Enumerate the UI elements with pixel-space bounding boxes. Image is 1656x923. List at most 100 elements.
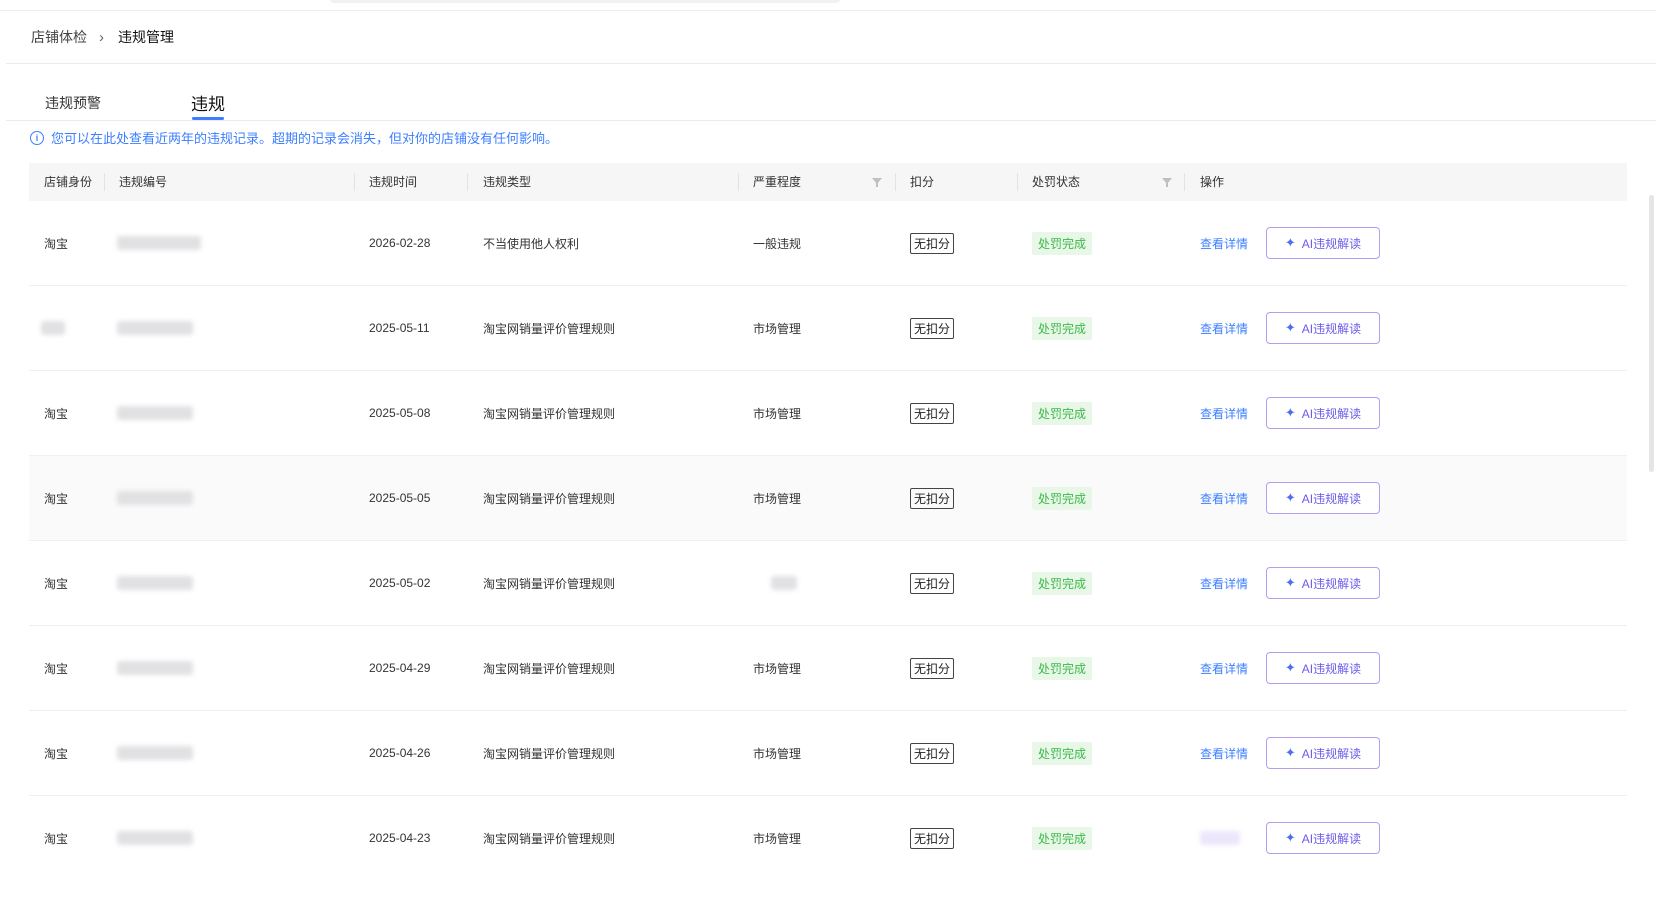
header-status: 处罚状态 — [1032, 175, 1081, 189]
cell-detail: 查看详情 — [1200, 626, 1248, 710]
redacted-id — [117, 661, 193, 675]
table-row: 2025-05-11 淘宝网销量评价管理规则 市场管理 无扣分 处罚完成 查看详… — [29, 286, 1627, 371]
top-strip — [0, 0, 1656, 11]
header-divider — [1017, 173, 1018, 191]
status-badge: 处罚完成 — [1032, 401, 1093, 425]
header-score: 扣分 — [910, 175, 935, 189]
ai-button-label: AI违规解读 — [1301, 576, 1362, 591]
cell-status: 处罚完成 — [1032, 201, 1093, 285]
sparkle-icon: ✦ — [1284, 830, 1296, 845]
cell-shop: 淘宝 — [44, 576, 69, 591]
redacted-shop — [41, 321, 65, 335]
cell-severity — [771, 541, 797, 625]
cell-ai: ✦ AI违规解读 — [1266, 371, 1380, 455]
ai-button-label: AI违规解读 — [1301, 236, 1362, 251]
filter-icon[interactable] — [1162, 178, 1172, 187]
cell-detail: 查看详情 — [1200, 371, 1248, 455]
ai-interpret-button[interactable]: ✦ AI违规解读 — [1266, 737, 1380, 769]
cell-time: 2026-02-28 — [369, 236, 431, 250]
cell-score: 无扣分 — [910, 286, 955, 370]
ai-interpret-button[interactable]: ✦ AI违规解读 — [1266, 397, 1380, 429]
cell-type: 淘宝网销量评价管理规则 — [483, 321, 616, 336]
sparkle-icon: ✦ — [1284, 235, 1296, 250]
header-divider — [104, 173, 105, 191]
cell-detail: 查看详情 — [1200, 541, 1248, 625]
cell-shop: 淘宝 — [44, 661, 69, 676]
cell-time: 2025-05-05 — [369, 491, 431, 505]
table-row: 淘宝 2025-04-23 淘宝网销量评价管理规则 市场管理 无扣分 处罚完成 … — [29, 796, 1627, 880]
view-detail-link[interactable]: 查看详情 — [1200, 745, 1248, 762]
cell-shop — [41, 286, 65, 370]
table-row: 淘宝 2025-05-08 淘宝网销量评价管理规则 市场管理 无扣分 处罚完成 … — [29, 371, 1627, 456]
view-detail-link[interactable]: 查看详情 — [1200, 320, 1248, 337]
header-time: 违规时间 — [369, 175, 418, 189]
ai-button-label: AI违规解读 — [1301, 491, 1362, 506]
cell-type: 淘宝网销量评价管理规则 — [483, 661, 616, 676]
info-icon: i — [30, 130, 44, 145]
top-search-bar[interactable] — [330, 0, 840, 3]
status-badge: 处罚完成 — [1032, 656, 1093, 680]
view-detail-link[interactable]: 查看详情 — [1200, 490, 1248, 507]
cell-detail: 查看详情 — [1200, 286, 1248, 370]
cell-score: 无扣分 — [910, 796, 955, 880]
ai-interpret-button[interactable]: ✦ AI违规解读 — [1266, 482, 1380, 514]
cell-type: 淘宝网销量评价管理规则 — [483, 406, 616, 421]
cell-ai: ✦ AI违规解读 — [1266, 626, 1380, 710]
cell-id — [117, 711, 193, 795]
breadcrumb-root[interactable]: 店铺体检 — [31, 27, 87, 47]
cell-id — [117, 371, 193, 455]
sparkle-icon: ✦ — [1284, 575, 1296, 590]
view-detail-link[interactable]: 查看详情 — [1200, 660, 1248, 677]
sparkle-icon: ✦ — [1284, 660, 1296, 675]
ai-interpret-button[interactable]: ✦ AI违规解读 — [1266, 227, 1380, 259]
ai-interpret-button[interactable]: ✦ AI违规解读 — [1266, 652, 1380, 684]
divider — [6, 63, 1656, 64]
header-divider — [1184, 173, 1185, 191]
view-detail-link[interactable]: 查看详情 — [1200, 575, 1248, 592]
filter-icon[interactable] — [872, 178, 882, 187]
header-action: 操作 — [1200, 175, 1225, 189]
cell-detail: 查看详情 — [1200, 456, 1248, 540]
tab-bar: 违规预警 违规 — [45, 88, 225, 115]
status-badge: 处罚完成 — [1032, 741, 1093, 765]
redacted-id — [117, 236, 201, 250]
cell-status: 处罚完成 — [1032, 286, 1093, 370]
score-badge: 无扣分 — [910, 232, 955, 254]
cell-detail: 查看详情 — [1200, 201, 1248, 285]
cell-detail: 查看详情 — [1200, 711, 1248, 795]
status-badge: 处罚完成 — [1032, 571, 1093, 595]
ai-interpret-button[interactable]: ✦ AI违规解读 — [1266, 822, 1380, 854]
status-badge: 处罚完成 — [1032, 316, 1093, 340]
status-badge: 处罚完成 — [1032, 486, 1093, 510]
table-row: 淘宝 2026-02-28 不当使用他人权利 一般违规 无扣分 处罚完成 查看详… — [29, 201, 1627, 286]
cell-shop: 淘宝 — [44, 236, 69, 251]
breadcrumb: 店铺体检 › 违规管理 — [31, 27, 174, 47]
ai-interpret-button[interactable]: ✦ AI违规解读 — [1266, 567, 1380, 599]
ai-interpret-button[interactable]: ✦ AI违规解读 — [1266, 312, 1380, 344]
header-divider — [738, 173, 739, 191]
cell-shop: 淘宝 — [44, 406, 69, 421]
cell-id — [117, 286, 193, 370]
breadcrumb-current: 违规管理 — [118, 29, 174, 45]
cell-time: 2025-05-02 — [369, 576, 431, 590]
cell-severity: 市场管理 — [753, 491, 802, 506]
view-detail-link[interactable]: 查看详情 — [1200, 235, 1248, 252]
score-badge: 无扣分 — [910, 487, 955, 509]
score-badge: 无扣分 — [910, 742, 955, 764]
cell-status: 处罚完成 — [1032, 456, 1093, 540]
scrollbar[interactable] — [1649, 195, 1654, 472]
cell-time: 2025-04-23 — [369, 831, 431, 845]
view-detail-link[interactable]: 查看详情 — [1200, 405, 1248, 422]
table-row: 淘宝 2025-04-26 淘宝网销量评价管理规则 市场管理 无扣分 处罚完成 … — [29, 711, 1627, 796]
tab-violation[interactable]: 违规 — [191, 90, 225, 115]
cell-ai: ✦ AI违规解读 — [1266, 541, 1380, 625]
cell-id — [117, 541, 193, 625]
cell-type: 淘宝网销量评价管理规则 — [483, 746, 616, 761]
ai-button-label: AI违规解读 — [1301, 406, 1362, 421]
cell-type: 不当使用他人权利 — [483, 236, 580, 251]
notice-text: 您可以在此处查看近两年的违规记录。超期的记录会消失，但对你的店铺没有任何影响。 — [51, 131, 559, 146]
ai-button-label: AI违规解读 — [1301, 321, 1362, 336]
header-divider — [895, 173, 896, 191]
tab-violation-warning[interactable]: 违规预警 — [45, 93, 101, 113]
cell-time: 2025-05-08 — [369, 406, 431, 420]
